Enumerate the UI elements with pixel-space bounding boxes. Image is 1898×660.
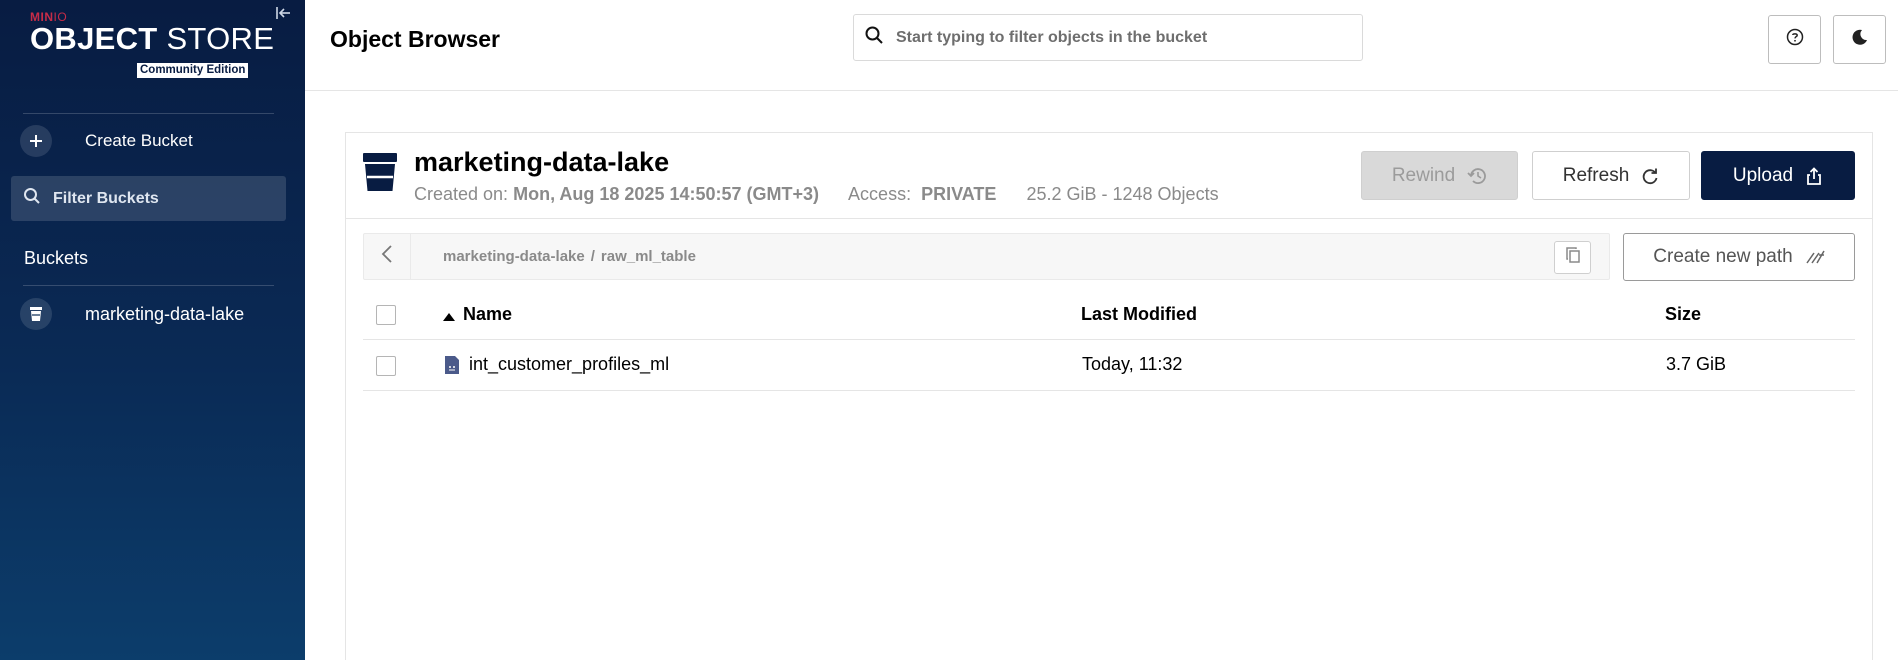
help-icon bbox=[1786, 28, 1804, 51]
create-bucket-button[interactable]: Create Bucket bbox=[20, 124, 274, 158]
refresh-icon bbox=[1641, 167, 1659, 185]
rewind-label: Rewind bbox=[1391, 164, 1456, 186]
copy-icon bbox=[1565, 246, 1581, 269]
select-all-checkbox[interactable] bbox=[376, 305, 396, 325]
create-bucket-label: Create Bucket bbox=[85, 131, 193, 150]
column-header-size[interactable]: Size bbox=[1665, 304, 1701, 325]
created-label: Created on: bbox=[414, 184, 509, 204]
help-button[interactable] bbox=[1768, 15, 1821, 64]
product-name-bold: OBJECT bbox=[30, 21, 158, 56]
edition-badge: Community Edition bbox=[137, 63, 249, 78]
file-icon bbox=[444, 355, 460, 380]
plus-icon bbox=[20, 125, 52, 157]
object-size: 3.7 GiB bbox=[1666, 354, 1727, 374]
upload-icon bbox=[1805, 166, 1823, 185]
create-path-label: Create new path bbox=[1653, 246, 1793, 267]
product-name-light: STORE bbox=[157, 21, 275, 56]
page-title: Object Browser bbox=[330, 26, 500, 52]
bucket-header: marketing-data-lake Created on: Mon, Aug… bbox=[346, 133, 1872, 219]
sort-asc-icon bbox=[443, 305, 455, 326]
back-chevron-icon bbox=[381, 244, 393, 269]
dark-mode-button[interactable] bbox=[1833, 15, 1886, 64]
dark-mode-icon bbox=[1851, 28, 1869, 51]
create-new-path-button[interactable]: Create new path bbox=[1623, 233, 1855, 281]
objects-table: Name Last Modified Size int_customer_pro… bbox=[363, 290, 1855, 391]
table-header-row: Name Last Modified Size bbox=[363, 290, 1855, 340]
upload-button[interactable]: Upload bbox=[1701, 151, 1855, 200]
new-path-icon bbox=[1805, 249, 1825, 265]
object-search-input[interactable] bbox=[896, 28, 1336, 47]
breadcrumb-path: marketing-data-lake / raw_ml_table bbox=[443, 248, 696, 265]
filter-buckets-input[interactable]: Filter Buckets bbox=[11, 176, 286, 221]
top-header: Object Browser bbox=[305, 0, 1898, 91]
bucket-icon bbox=[20, 298, 52, 330]
sidebar: MINIO OBJECT STORE Community Edition Cre… bbox=[0, 0, 305, 660]
filter-buckets-placeholder: Filter Buckets bbox=[53, 189, 159, 207]
sidebar-divider bbox=[23, 285, 274, 286]
created-value: Mon, Aug 18 2025 14:50:57 (GMT+3) bbox=[513, 184, 820, 204]
access-label: Access: bbox=[848, 184, 912, 204]
sidebar-divider bbox=[23, 113, 274, 114]
search-icon bbox=[864, 25, 884, 50]
bucket-name-label: marketing-data-lake bbox=[85, 303, 245, 324]
minio-logo: MINIO OBJECT STORE Community Edition bbox=[30, 10, 275, 78]
row-checkbox[interactable] bbox=[376, 356, 396, 376]
buckets-heading: Buckets bbox=[24, 248, 89, 268]
column-header-name[interactable]: Name bbox=[443, 304, 512, 326]
bucket-usage: 25.2 GiB - 1248 Objects bbox=[1026, 184, 1219, 204]
column-header-last-modified[interactable]: Last Modified bbox=[1081, 304, 1197, 325]
sidebar-item-marketing-data-lake[interactable]: marketing-data-lake bbox=[20, 298, 280, 330]
bucket-icon bbox=[362, 152, 398, 197]
copy-path-button[interactable] bbox=[1554, 241, 1591, 274]
refresh-label: Refresh bbox=[1562, 164, 1630, 186]
bucket-title: marketing-data-lake bbox=[414, 147, 670, 177]
breadcrumb-item[interactable]: raw_ml_table bbox=[601, 248, 696, 265]
refresh-button[interactable]: Refresh bbox=[1532, 151, 1690, 200]
upload-label: Upload bbox=[1732, 164, 1794, 186]
rewind-button[interactable]: Rewind bbox=[1361, 151, 1518, 200]
breadcrumb-item[interactable]: marketing-data-lake bbox=[443, 248, 585, 265]
back-button[interactable] bbox=[364, 234, 411, 279]
object-last-modified: Today, 11:32 bbox=[1082, 354, 1183, 374]
bucket-panel: marketing-data-lake Created on: Mon, Aug… bbox=[345, 132, 1873, 660]
rewind-icon bbox=[1467, 167, 1487, 185]
search-icon bbox=[23, 187, 41, 210]
access-value: PRIVATE bbox=[921, 184, 997, 204]
breadcrumb: marketing-data-lake / raw_ml_table bbox=[363, 233, 1610, 280]
object-name: int_customer_profiles_ml bbox=[469, 354, 670, 374]
collapse-sidebar-icon[interactable] bbox=[273, 3, 293, 23]
object-search-field[interactable] bbox=[853, 14, 1363, 61]
table-row[interactable]: int_customer_profiles_ml Today, 11:32 3.… bbox=[363, 340, 1855, 391]
bucket-meta: Created on: Mon, Aug 18 2025 14:50:57 (G… bbox=[414, 184, 1219, 205]
column-label: Name bbox=[463, 304, 513, 324]
breadcrumb-separator: / bbox=[590, 248, 595, 265]
